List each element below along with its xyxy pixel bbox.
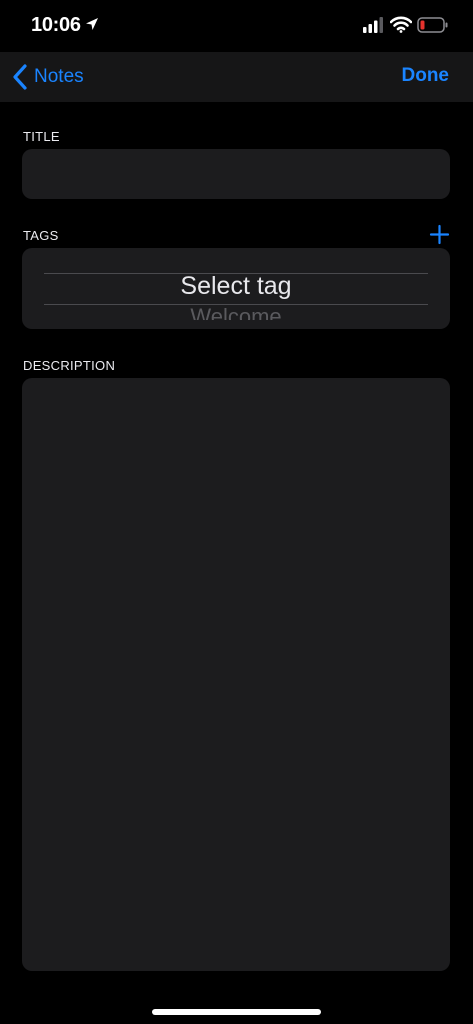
home-indicator[interactable] — [152, 1009, 321, 1015]
chevron-left-icon — [13, 64, 27, 90]
plus-icon[interactable] — [429, 224, 450, 245]
wifi-icon — [390, 16, 412, 33]
tag-picker[interactable]: Select tag Welcome — [22, 248, 450, 329]
picker-selected-option[interactable]: Select tag — [22, 272, 450, 301]
done-button[interactable]: Done — [402, 65, 450, 87]
back-button-label: Notes — [34, 66, 84, 87]
navigation-bar: Notes Done — [0, 52, 473, 102]
back-button[interactable]: Notes — [12, 62, 84, 92]
status-time: 10:06 — [31, 14, 81, 36]
location-arrow-icon — [86, 18, 98, 30]
status-bar: 10:06 — [0, 0, 473, 52]
title-label: TITLE — [23, 129, 60, 144]
title-field[interactable] — [22, 149, 450, 199]
battery-icon — [417, 17, 448, 33]
tags-label: TAGS — [23, 228, 59, 243]
description-field[interactable] — [22, 378, 450, 971]
picker-next-option[interactable]: Welcome — [22, 303, 450, 320]
description-label: DESCRIPTION — [23, 358, 116, 373]
cellular-signal-icon — [363, 17, 383, 33]
